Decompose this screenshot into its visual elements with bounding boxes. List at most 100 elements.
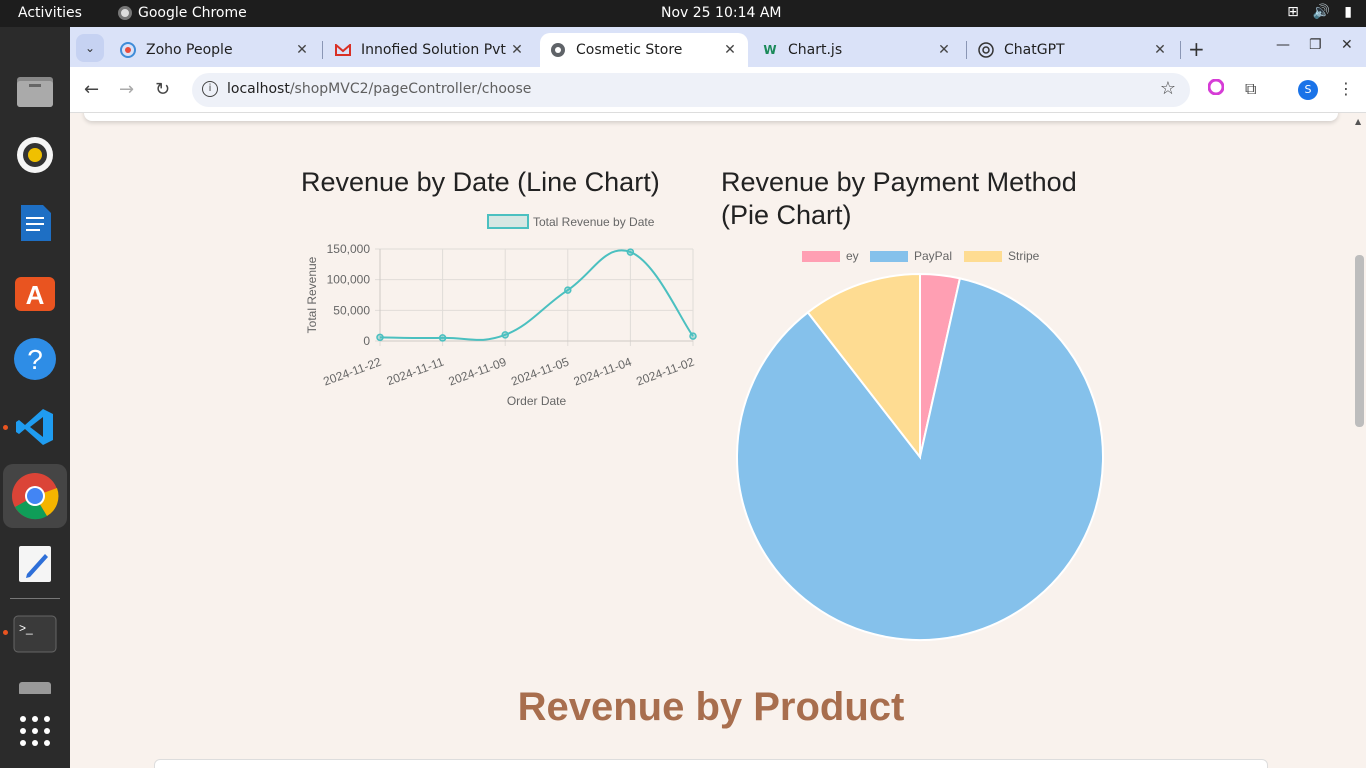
tab-label: ChatGPT — [1004, 42, 1065, 58]
battery-icon: ▮ — [1344, 4, 1352, 20]
pie-chart[interactable]: ey PayPal Stripe — [730, 241, 1110, 643]
x-tick-label: 2024-11-02 — [634, 355, 696, 389]
close-icon[interactable]: ✕ — [292, 42, 312, 58]
profile-avatar[interactable]: S — [1298, 80, 1318, 100]
url-text[interactable]: localhost/shopMVC2/pageController/choose — [227, 81, 531, 97]
rhythmbox-icon[interactable] — [11, 131, 59, 179]
legend-label: Stripe — [1008, 249, 1040, 263]
system-tray[interactable]: ⊞ 🔊 ▮ — [1287, 4, 1352, 20]
tab-label: Cosmetic Store — [576, 42, 683, 58]
line-chart[interactable]: Total Revenue by Date 0 50,000 100,000 150,0… — [298, 208, 698, 408]
app-center-icon[interactable]: A — [11, 267, 59, 315]
y-tick-label: 100,000 — [327, 273, 371, 287]
tab-chartjs[interactable]: W Chart.js ✕ — [752, 33, 962, 67]
url-host: localhost — [227, 81, 290, 97]
app-menu[interactable]: Google Chrome — [118, 5, 247, 21]
url-path: /shopMVC2/pageController/choose — [289, 81, 532, 97]
scroll-up-arrow-icon[interactable]: ▲ — [1355, 117, 1361, 126]
data-point — [689, 332, 697, 340]
tab-cosmetic-store[interactable]: Cosmetic Store ✕ — [540, 33, 748, 67]
drive-icon[interactable] — [11, 674, 59, 694]
page-viewport: Revenue by Date (Line Chart) Revenue by … — [70, 113, 1366, 768]
dock-separator — [10, 598, 60, 599]
tab-label: Zoho People — [146, 42, 233, 58]
tab-divider — [322, 41, 323, 59]
tab-zoho-people[interactable]: Zoho People ✕ — [110, 33, 320, 67]
x-axis-title: Order Date — [507, 394, 567, 408]
terminal-icon[interactable]: >_ — [11, 610, 59, 658]
maximize-button[interactable]: ❐ — [1309, 37, 1322, 53]
legend-label: Total Revenue by Date — [533, 215, 655, 229]
y-tick-label: 0 — [363, 334, 370, 348]
extensions-puzzle-icon[interactable]: ⧉ — [1245, 79, 1256, 99]
new-tab-button[interactable]: + — [1188, 37, 1205, 61]
pie-title-line-2: (Pie Chart) — [721, 200, 852, 230]
tab-divider — [966, 41, 967, 59]
files-icon[interactable] — [11, 67, 59, 115]
show-apps-icon[interactable] — [11, 707, 59, 755]
legend-swatch — [964, 251, 1002, 262]
tab-label: Chart.js — [788, 42, 843, 58]
data-point — [376, 333, 384, 342]
data-point — [438, 334, 447, 342]
forward-button[interactable]: → — [119, 79, 134, 100]
line-chart-title: Revenue by Date (Line Chart) — [301, 167, 660, 197]
tab-chatgpt[interactable]: ChatGPT ✕ — [968, 33, 1178, 67]
minimize-button[interactable]: — — [1276, 37, 1290, 53]
color-extension-icon[interactable] — [1207, 78, 1225, 99]
reload-button[interactable]: ↻ — [155, 79, 170, 100]
running-indicator — [3, 630, 8, 635]
clock[interactable]: Nov 25 10:14 AM — [661, 5, 782, 21]
bookmark-star-icon[interactable]: ☆ — [1160, 78, 1176, 99]
chrome-icon[interactable] — [3, 464, 67, 528]
back-button[interactable]: ← — [84, 79, 99, 100]
scrollbar-thumb[interactable] — [1355, 255, 1364, 427]
pie-title-line-1: Revenue by Payment Method — [721, 167, 1077, 197]
close-icon[interactable]: ✕ — [720, 42, 740, 58]
volume-icon: 🔊 — [1312, 4, 1331, 20]
site-info-icon[interactable]: i — [202, 81, 218, 97]
window-close-button[interactable]: ✕ — [1341, 37, 1353, 53]
close-icon[interactable]: ✕ — [1150, 42, 1170, 58]
chevron-down-icon: ⌄ — [84, 41, 96, 55]
writer-icon[interactable] — [11, 199, 59, 247]
tab-strip: ⌄ Zoho People ✕ Innofied Solution Pvt ✕ … — [70, 27, 1366, 67]
svg-text:?: ? — [27, 344, 43, 375]
legend-label: ey — [846, 249, 859, 263]
help-icon[interactable]: ? — [11, 335, 59, 383]
x-tick-label: 2024-11-09 — [447, 355, 509, 389]
page-scrollbar[interactable]: ▲ — [1352, 113, 1366, 768]
activities-button[interactable]: Activities — [18, 5, 82, 21]
data-point — [564, 286, 572, 294]
globe-icon — [550, 42, 566, 58]
network-icon: ⊞ — [1287, 4, 1299, 20]
y-axis-title: Total Revenue — [305, 256, 319, 333]
tab-search-button[interactable]: ⌄ — [76, 34, 104, 62]
legend-swatch — [802, 251, 840, 262]
legend-label: PayPal — [914, 249, 952, 263]
legend-item: PayPal — [870, 249, 952, 263]
header-card — [84, 113, 1338, 121]
close-icon[interactable]: ✕ — [934, 42, 954, 58]
x-tick-label: 2024-11-04 — [572, 355, 634, 389]
legend-item: ey — [802, 249, 859, 263]
product-chart-card — [154, 759, 1268, 768]
address-bar[interactable]: i localhost/shopMVC2/pageController/choo… — [192, 73, 1190, 107]
vscode-icon[interactable] — [11, 403, 59, 451]
x-tick-label: 2024-11-05 — [509, 355, 571, 389]
legend-item: Stripe — [964, 249, 1040, 263]
chart-legend: Total Revenue by Date — [487, 214, 655, 229]
system-top-bar: Activities Google Chrome Nov 25 10:14 AM… — [0, 0, 1366, 27]
legend-swatch — [487, 214, 529, 229]
data-point — [626, 248, 635, 256]
more-menu-icon[interactable]: ⋮ — [1338, 79, 1354, 98]
close-icon[interactable]: ✕ — [507, 42, 527, 58]
tab-label: Innofied Solution Pvt — [361, 42, 506, 58]
text-editor-icon[interactable] — [11, 540, 59, 588]
legend-swatch — [870, 251, 908, 262]
data-point — [501, 331, 509, 339]
app-name: Google Chrome — [138, 5, 247, 21]
zoho-icon — [120, 42, 136, 58]
tab-innofied[interactable]: Innofied Solution Pvt ✕ — [325, 33, 535, 67]
pie-chart-title: Revenue by Payment Method (Pie Chart) — [721, 166, 1077, 232]
